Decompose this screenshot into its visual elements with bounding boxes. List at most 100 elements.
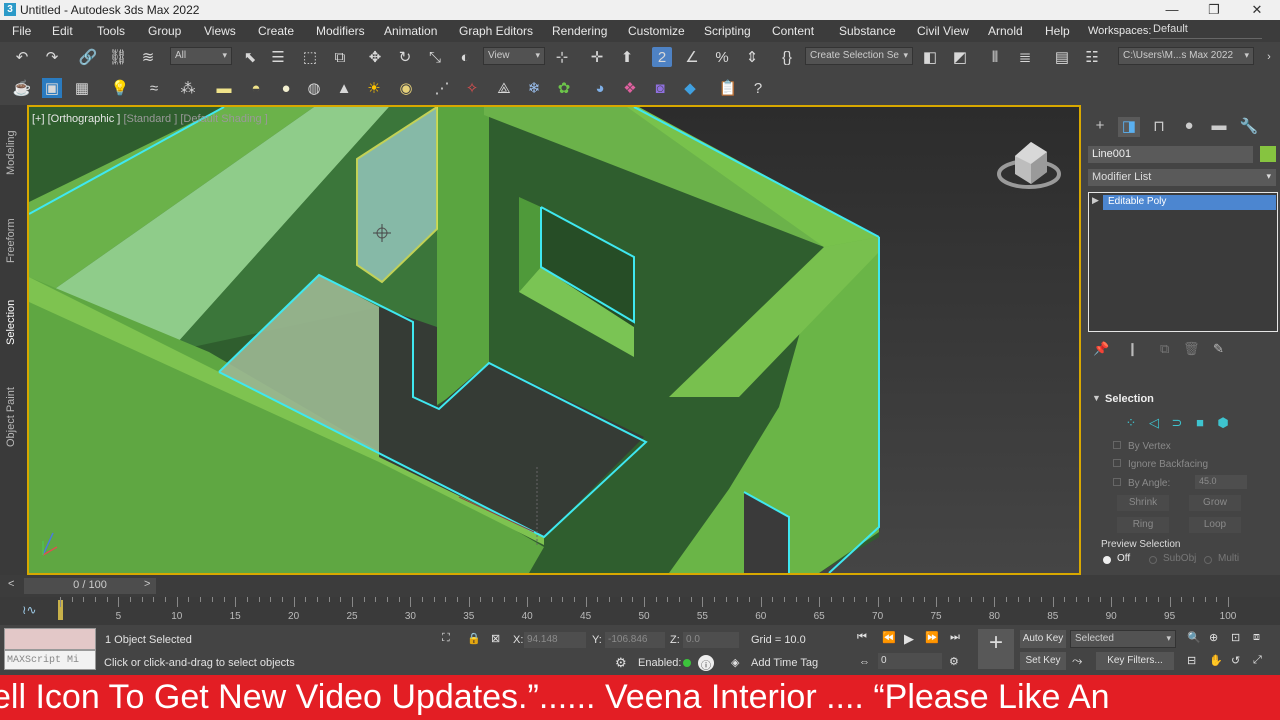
pivot-center-icon[interactable]: ⊹	[552, 47, 572, 67]
object-name-field[interactable]: Line001	[1088, 146, 1253, 163]
zoom-extents-all-icon[interactable]: ⧈	[1253, 631, 1260, 644]
time-tag-icon[interactable]: ◈	[731, 656, 739, 669]
material-editor-icon[interactable]: ❖	[620, 78, 640, 98]
tab-freeform[interactable]: Freeform	[5, 218, 17, 263]
goto-start-icon[interactable]: ⏮	[857, 631, 867, 644]
mirror-icon[interactable]: ◧	[920, 47, 940, 67]
viewport-shading-menu[interactable]: [Default Shading ]	[180, 113, 267, 125]
toggle-scene-explorer-icon[interactable]: ⫴	[985, 47, 1005, 67]
material-slate-icon[interactable]: ◙	[650, 78, 670, 98]
tab-selection[interactable]: Selection	[5, 300, 17, 345]
viewport-plus-menu[interactable]: [+]	[32, 113, 45, 125]
toggle-ribbon-icon[interactable]: ▤	[1052, 47, 1072, 67]
workspace-dropdown[interactable]: Default	[1150, 23, 1262, 39]
border-mode-icon[interactable]: ⊃	[1169, 415, 1185, 431]
spinner-snap-icon[interactable]: ⇕	[742, 47, 762, 67]
menu-customize[interactable]: Customize	[628, 24, 685, 38]
render-setup-icon[interactable]: ▣	[42, 78, 62, 98]
bind-space-warp-icon[interactable]: ≋	[138, 47, 158, 67]
absolute-mode-icon[interactable]: ⊠	[491, 632, 500, 645]
time-config-icon[interactable]: ⚙	[949, 655, 959, 668]
menu-content[interactable]: Content	[772, 24, 814, 38]
percent-snap-icon[interactable]: %	[712, 47, 732, 67]
ring-button[interactable]: Ring	[1117, 517, 1169, 533]
add-time-tag[interactable]: Add Time Tag	[751, 657, 818, 669]
display-tab-icon[interactable]: ▬	[1208, 117, 1230, 137]
create-tab-icon[interactable]: +	[1089, 117, 1111, 137]
viewport-label[interactable]: [+] [Orthographic ] [Standard ] [Default…	[32, 113, 268, 125]
by-vertex-checkbox[interactable]	[1113, 441, 1121, 449]
menu-arnold[interactable]: Arnold	[988, 24, 1023, 38]
vertex-mode-icon[interactable]: ⁘	[1123, 415, 1139, 431]
menu-tools[interactable]: Tools	[97, 24, 125, 38]
by-angle-spinner[interactable]: 45.0	[1195, 475, 1247, 489]
selection-filter-dropdown[interactable]: All	[170, 47, 232, 65]
menu-scripting[interactable]: Scripting	[704, 24, 751, 38]
auto-key-button[interactable]: Auto Key	[1020, 630, 1066, 648]
motion-tab-icon[interactable]: ●	[1178, 117, 1200, 137]
project-folder-dropdown[interactable]: C:\Users\M...s Max 2022	[1118, 47, 1254, 65]
selection-rollout-title[interactable]: Selection	[1105, 393, 1154, 405]
menu-animation[interactable]: Animation	[384, 24, 437, 38]
subobj-radio[interactable]	[1149, 556, 1157, 564]
material-ball-icon[interactable]: ◕	[590, 78, 610, 98]
menu-file[interactable]: File	[12, 24, 31, 38]
light-icon[interactable]: 💡	[110, 78, 130, 98]
foliage-icon[interactable]: ✿	[554, 78, 574, 98]
stack-item-editable-poly[interactable]: Editable Poly	[1103, 195, 1276, 210]
ignore-backfacing-checkbox[interactable]	[1113, 459, 1121, 467]
layer-explorer-icon[interactable]: ≣	[1015, 47, 1035, 67]
menu-views[interactable]: Views	[204, 24, 236, 38]
orbit-icon[interactable]: ↺	[1231, 654, 1240, 667]
shrink-button[interactable]: Shrink	[1117, 495, 1169, 511]
viewport-pov-menu[interactable]: [Orthographic ]	[48, 113, 121, 125]
edit-named-selection-icon[interactable]: {}	[777, 47, 797, 67]
menu-modifiers[interactable]: Modifiers	[316, 24, 365, 38]
viewport-style-menu[interactable]: [Standard ]	[123, 113, 177, 125]
zoom-icon[interactable]: 🔍	[1187, 631, 1201, 644]
menu-rendering[interactable]: Rendering	[552, 24, 607, 38]
by-angle-checkbox[interactable]	[1113, 478, 1121, 486]
material-switch-icon[interactable]: ◆	[680, 78, 700, 98]
modify-tab-icon[interactable]: ◨	[1118, 117, 1140, 137]
expand-arrow-icon[interactable]: ▶	[1092, 195, 1099, 206]
mesh-light-icon[interactable]: ⋰	[432, 78, 452, 98]
edge-mode-icon[interactable]: ◁	[1146, 415, 1162, 431]
select-manipulate-icon[interactable]: ✛	[587, 47, 607, 67]
restore-button[interactable]: ❐	[1194, 0, 1234, 20]
menu-group[interactable]: Group	[148, 24, 181, 38]
disk-light-icon[interactable]: ◍	[304, 78, 324, 98]
curve-editor-icon[interactable]: ☷	[1082, 47, 1102, 67]
help-icon[interactable]: ?	[748, 78, 768, 98]
sphere-light-icon[interactable]: ●	[276, 78, 296, 98]
select-by-name-icon[interactable]: ☰	[268, 47, 288, 67]
menu-edit[interactable]: Edit	[52, 24, 73, 38]
play-icon[interactable]: ▶	[904, 631, 914, 647]
minimize-button[interactable]: —	[1152, 0, 1192, 20]
field-of-view-icon[interactable]: ⊟	[1187, 654, 1196, 667]
sun-icon[interactable]: ☀	[364, 78, 384, 98]
set-key-plus-icon[interactable]: +	[978, 629, 1014, 669]
off-radio[interactable]	[1103, 556, 1111, 564]
menu-graph-editors[interactable]: Graph Editors	[459, 24, 533, 38]
named-selection-dropdown[interactable]: Create Selection Se	[805, 47, 913, 65]
cone-icon[interactable]: ▲	[334, 78, 354, 98]
adaptive-degradation-icon[interactable]: ⚙	[615, 655, 627, 671]
dome-light-icon[interactable]: ◓	[246, 78, 266, 98]
grow-button[interactable]: Grow	[1189, 495, 1241, 511]
rotate-icon[interactable]: ↻	[395, 47, 415, 67]
set-key-button[interactable]: Set Key	[1020, 652, 1066, 670]
object-color-swatch[interactable]	[1260, 146, 1276, 162]
info-icon[interactable]: ⓘ	[698, 655, 714, 672]
configure-modifier-sets-icon[interactable]: ✎	[1213, 341, 1224, 357]
volume-icon[interactable]: ⟁	[494, 78, 514, 98]
element-mode-icon[interactable]: ⬢	[1215, 415, 1231, 431]
menu-substance[interactable]: Substance	[839, 24, 896, 38]
modifier-list-dropdown[interactable]: Modifier List	[1088, 169, 1276, 186]
multi-radio[interactable]	[1204, 556, 1212, 564]
time-next-icon[interactable]: >	[144, 578, 150, 590]
menu-civil-view[interactable]: Civil View	[917, 24, 969, 38]
track-bar[interactable]: ≀∿ 5 10 15 20 25 30 35 40 45 50 55 60 65 70 75 80 85 90 95…	[0, 597, 1280, 625]
placement-icon[interactable]: ◐	[455, 47, 475, 67]
keyboard-shortcut-override-icon[interactable]: ⬆	[617, 47, 637, 67]
